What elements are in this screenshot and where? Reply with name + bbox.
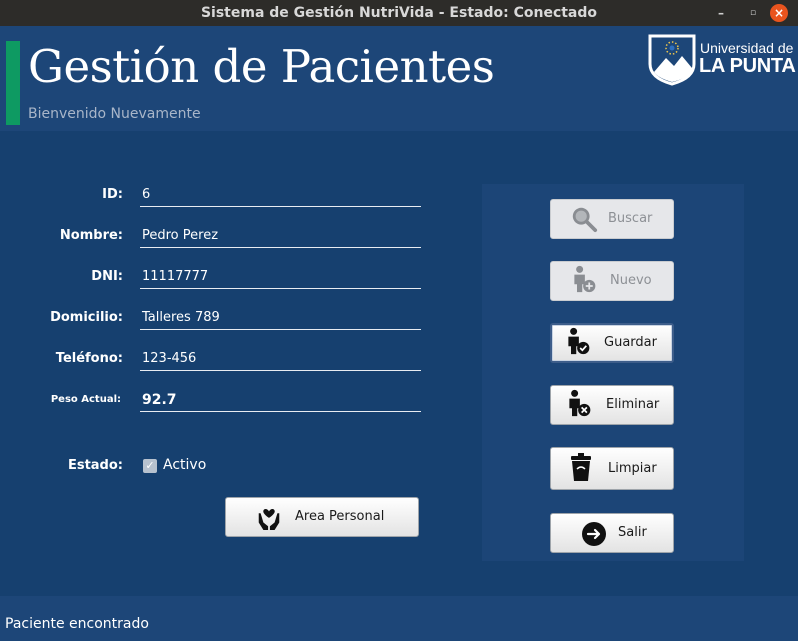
activo-checkbox[interactable]: ✓ xyxy=(143,459,157,473)
nuevo-button[interactable]: Nuevo xyxy=(550,261,674,301)
page-title: Gestión de Pacientes xyxy=(28,40,495,93)
maximize-button[interactable]: ▫ xyxy=(744,4,762,22)
person-remove-icon xyxy=(569,389,591,417)
peso-label: Peso Actual: xyxy=(50,394,121,405)
limpiar-label: Limpiar xyxy=(608,461,657,476)
eliminar-button[interactable]: Eliminar xyxy=(550,385,674,425)
id-label: ID: xyxy=(102,187,123,202)
telefono-label: Teléfono: xyxy=(55,351,123,366)
minimize-button[interactable]: – xyxy=(712,4,730,22)
actions-panel xyxy=(482,184,744,561)
header-accent-bar xyxy=(6,41,20,125)
dni-label: DNI: xyxy=(91,269,123,284)
salir-button[interactable]: Salir xyxy=(550,513,674,553)
domicilio-label: Domicilio: xyxy=(50,310,123,325)
close-button[interactable]: × xyxy=(770,4,788,22)
buscar-label: Buscar xyxy=(608,211,653,226)
activo-checkbox-label[interactable]: Activo xyxy=(163,457,206,473)
domicilio-field[interactable]: Talleres 789 xyxy=(140,307,421,330)
guardar-button[interactable]: Guardar xyxy=(550,323,674,363)
window-titlebar: Sistema de Gestión NutriVida - Estado: C… xyxy=(0,0,798,26)
page-subtitle: Bienvenido Nuevamente xyxy=(28,106,201,122)
logo-line2: LA PUNTA xyxy=(699,55,796,77)
status-bar: Paciente encontrado xyxy=(0,596,798,641)
hands-heart-icon xyxy=(258,508,280,530)
magnifier-icon xyxy=(572,207,598,233)
area-personal-label: Area Personal xyxy=(295,509,385,524)
id-field[interactable]: 6 xyxy=(140,184,421,207)
dni-field[interactable]: 11117777 xyxy=(140,266,421,289)
window-title: Sistema de Gestión NutriVida - Estado: C… xyxy=(200,5,598,21)
person-add-icon xyxy=(574,265,596,293)
estado-label: Estado: xyxy=(67,458,123,473)
status-message: Paciente encontrado xyxy=(5,616,149,632)
telefono-field[interactable]: 123-456 xyxy=(140,348,421,371)
nombre-label: Nombre: xyxy=(59,228,123,243)
header-banner: Gestión de Pacientes Bienvenido Nuevamen… xyxy=(0,26,798,131)
salir-label: Salir xyxy=(618,525,647,540)
nuevo-label: Nuevo xyxy=(610,273,652,288)
eliminar-label: Eliminar xyxy=(606,397,660,412)
buscar-button[interactable]: Buscar xyxy=(550,199,674,239)
limpiar-button[interactable]: Limpiar xyxy=(550,447,674,490)
nombre-field[interactable]: Pedro Perez xyxy=(140,225,421,248)
exit-arrow-icon xyxy=(582,522,606,546)
university-logo: Universidad de LA PUNTA xyxy=(648,34,796,88)
logo-line1: Universidad de xyxy=(700,40,794,56)
area-personal-button[interactable]: Area Personal xyxy=(225,497,419,537)
guardar-label: Guardar xyxy=(604,335,657,350)
peso-field[interactable]: 92.7 xyxy=(140,389,421,412)
person-check-icon xyxy=(568,327,590,355)
trash-icon xyxy=(571,453,591,481)
university-shield-icon xyxy=(648,34,696,86)
